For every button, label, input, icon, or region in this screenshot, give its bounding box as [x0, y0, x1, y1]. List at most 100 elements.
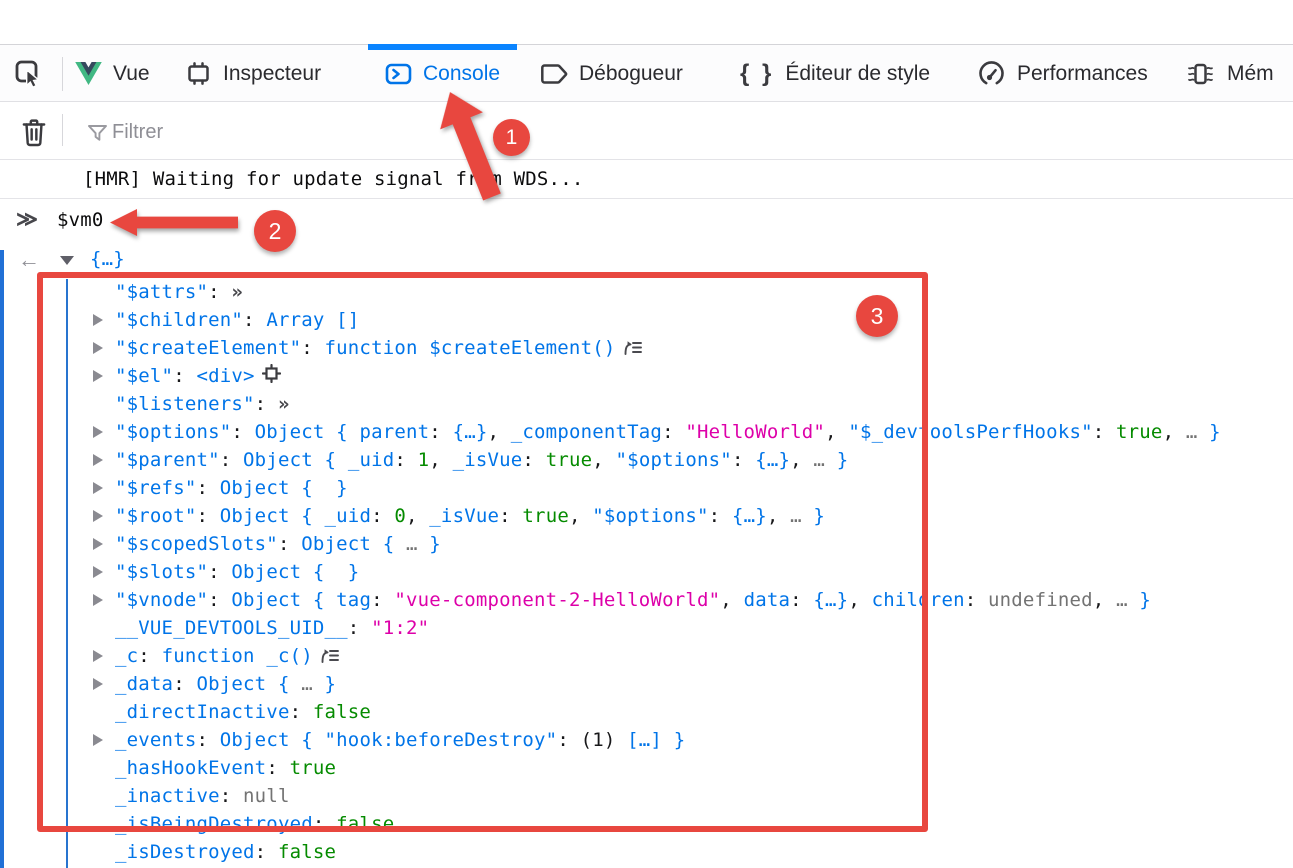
- node-picker-icon[interactable]: [14, 59, 44, 94]
- property-value: true: [522, 505, 569, 527]
- tree-row: _data: Object { … }: [0, 670, 1293, 698]
- property-preview: "$options": Object { parent: {…}, _compo…: [115, 418, 1221, 446]
- property-value: 1: [418, 449, 430, 471]
- property-key: parent: [359, 421, 429, 443]
- property-value: Array []: [266, 309, 359, 331]
- property-key: __VUE_DEVTOOLS_UID__: [115, 617, 348, 639]
- property-value: :: [208, 589, 231, 611]
- tab-console[interactable]: Console: [368, 45, 517, 102]
- property-preview: "$vnode": Object { tag: "vue-component-2…: [115, 586, 1151, 614]
- property-preview: "$children": Array []: [115, 306, 359, 334]
- tab-debogueur[interactable]: Débogueur: [523, 45, 700, 102]
- property-value: ,: [790, 449, 813, 471]
- property-preview: "$parent": Object { _uid: 1, _isVue: tru…: [115, 446, 848, 474]
- property-value: Object {: [301, 533, 406, 555]
- badge-number: 1: [506, 126, 518, 150]
- property-value: ,: [429, 449, 452, 471]
- tab-vue[interactable]: Vue: [58, 45, 167, 102]
- tree-row: __VUE_DEVTOOLS_UID__: "1:2": [0, 614, 1293, 642]
- property-value: :: [790, 589, 813, 611]
- property-value: :: [138, 645, 161, 667]
- tab-label: Performances: [1017, 62, 1148, 86]
- property-key: "$options": [616, 449, 732, 471]
- tab-label: Vue: [113, 62, 150, 86]
- expand-arrow-icon[interactable]: [93, 678, 103, 690]
- expand-arrow-icon[interactable]: [93, 454, 103, 466]
- expand-arrow-icon[interactable]: [93, 650, 103, 662]
- property-value: :: [196, 729, 219, 751]
- property-value: […]: [627, 729, 662, 751]
- property-preview: _isBeingDestroyed: false: [115, 810, 394, 838]
- invoke-getter-icon[interactable]: »: [231, 281, 243, 303]
- property-key: _componentTag: [511, 421, 662, 443]
- vue-logo-icon: [75, 62, 102, 85]
- jump-to-definition-icon[interactable]: [320, 643, 339, 671]
- property-value: :: [220, 785, 243, 807]
- tree-row: "$refs": Object { }: [0, 474, 1293, 502]
- property-value: (1): [581, 729, 628, 751]
- expand-arrow-icon[interactable]: [93, 594, 103, 606]
- property-value: :: [429, 421, 452, 443]
- property-value: }: [1128, 589, 1151, 611]
- property-value: null: [243, 785, 290, 807]
- property-value: function _c(): [162, 645, 313, 667]
- property-value: ,: [1163, 421, 1186, 443]
- object-property-tree: "$attrs": »"$children": Array []"$create…: [0, 278, 1293, 866]
- badge-number: 3: [871, 303, 884, 330]
- tree-row: "$createElement": function $createElemen…: [0, 334, 1293, 362]
- devtools-tab-bar: Vue Inspecteur ConsoleDébogueur { }Éditeur …: [0, 44, 1293, 102]
- expand-arrow-icon[interactable]: [93, 426, 103, 438]
- expand-arrow-icon[interactable]: [93, 314, 103, 326]
- annotation-badge-1: 1: [493, 119, 530, 156]
- jump-to-definition-icon[interactable]: [623, 335, 642, 363]
- property-value: …: [406, 533, 429, 555]
- tab-performances[interactable]: Performances: [960, 45, 1165, 102]
- property-key: "$refs": [115, 477, 196, 499]
- tab-inspecteur[interactable]: Inspecteur: [168, 45, 338, 102]
- property-value: }: [825, 449, 848, 471]
- property-key: _isVue: [453, 449, 523, 471]
- property-key: "$options": [592, 505, 708, 527]
- expand-arrow-icon[interactable]: [93, 510, 103, 522]
- property-value: ,: [592, 449, 615, 471]
- tree-row: "$listeners": »: [0, 390, 1293, 418]
- toolbar-separator: [62, 114, 63, 146]
- tab-memoire[interactable]: Mém: [1168, 45, 1291, 102]
- property-key: _isBeingDestroyed: [115, 813, 313, 835]
- inspect-node-icon[interactable]: [262, 363, 281, 391]
- property-value: :: [394, 449, 417, 471]
- expand-arrow-icon[interactable]: [93, 370, 103, 382]
- tab-label: Éditeur de style: [785, 62, 930, 86]
- inspector-icon: [185, 60, 212, 87]
- expand-arrow-icon[interactable]: [93, 342, 103, 354]
- property-value: ,: [1093, 589, 1116, 611]
- property-value: :: [1093, 421, 1116, 443]
- invoke-getter-icon[interactable]: »: [278, 393, 290, 415]
- expand-arrow-icon[interactable]: [93, 538, 103, 550]
- clear-console-icon[interactable]: [19, 116, 49, 153]
- property-value: :: [231, 421, 254, 443]
- property-value: true: [546, 449, 593, 471]
- expand-arrow-icon[interactable]: [93, 482, 103, 494]
- property-value: :: [173, 365, 196, 387]
- property-value: Object {: [196, 673, 301, 695]
- tree-row: "$children": Array []: [0, 306, 1293, 334]
- property-preview: "$scopedSlots": Object { … }: [115, 530, 441, 558]
- property-key: "hook:beforeDestroy": [325, 729, 558, 751]
- input-prompt-icon: ≫: [16, 207, 38, 231]
- tab-editeur-de-style[interactable]: { }Éditeur de style: [723, 45, 947, 102]
- property-key: _uid: [348, 449, 395, 471]
- property-preview: __VUE_DEVTOOLS_UID__: "1:2": [115, 614, 429, 642]
- result-object-preview[interactable]: {…}: [90, 248, 125, 270]
- property-value: :: [208, 561, 231, 583]
- property-value: :: [301, 337, 324, 359]
- expand-arrow-icon[interactable]: [93, 566, 103, 578]
- property-value: {…}: [813, 589, 848, 611]
- property-preview: "$createElement": function $createElemen…: [115, 334, 642, 363]
- collapse-caret-icon[interactable]: [60, 256, 74, 265]
- property-value: {…}: [732, 505, 767, 527]
- expand-arrow-icon[interactable]: [93, 734, 103, 746]
- property-preview: _inactive: null: [115, 782, 290, 810]
- tree-row: "$scopedSlots": Object { … }: [0, 530, 1293, 558]
- property-value: Object {: [231, 589, 336, 611]
